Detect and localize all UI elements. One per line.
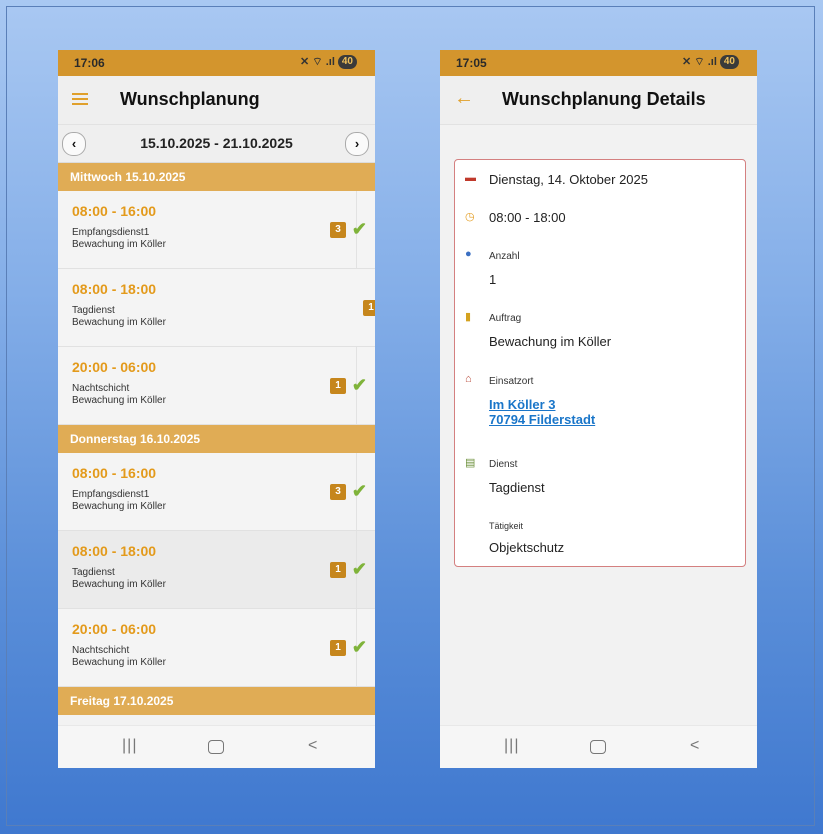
nav-back-button[interactable]: < xyxy=(690,737,699,755)
shift-item[interactable]: 08:00 - 16:00 Empfangsdienst1 Bewachung … xyxy=(58,191,375,269)
clock-icon: ◷ xyxy=(465,211,475,223)
time-value: 08:00 - 18:00 xyxy=(489,210,566,225)
shift-order: Bewachung im Köller xyxy=(72,239,166,250)
dienst-value: Tagdienst xyxy=(489,480,545,495)
count-badge: 1 xyxy=(330,640,346,656)
week-navigator: ‹ 15.10.2025 - 21.10.2025 › xyxy=(58,125,375,163)
einsatzort-label: Einsatzort xyxy=(489,376,534,387)
anzahl-value: 1 xyxy=(489,272,497,287)
count-badge: 1 xyxy=(330,562,346,578)
battery-icon: 40 xyxy=(719,55,739,69)
check-icon[interactable]: ✔ xyxy=(352,637,367,658)
status-bar: 17:05 ✕ ⌔ .ıl 40 xyxy=(440,50,757,76)
page-title: Wunschplanung xyxy=(120,89,260,109)
shift-item[interactable]: 08:00 - 18:00 Tagdienst Bewachung im Köl… xyxy=(58,269,375,347)
address-line2[interactable]: 70794 Filderstadt xyxy=(489,412,595,427)
home-button[interactable] xyxy=(590,740,606,754)
shift-order: Bewachung im Köller xyxy=(72,579,166,590)
shift-time: 20:00 - 06:00 xyxy=(72,359,157,375)
app-bar: Wunschplanung xyxy=(58,76,375,125)
menu-icon[interactable] xyxy=(72,93,88,105)
chevron-right-icon[interactable]: › xyxy=(345,132,369,156)
check-icon[interactable]: ✔ xyxy=(352,481,367,502)
nav-back-button[interactable]: < xyxy=(308,737,317,755)
shift-service: Tagdienst xyxy=(72,567,115,578)
address-line1[interactable]: Im Köller 3 xyxy=(489,397,555,412)
date-value: Dienstag, 14. Oktober 2025 xyxy=(489,172,648,187)
recent-apps-button[interactable]: ||| xyxy=(122,737,137,755)
shift-time: 20:00 - 06:00 xyxy=(72,621,157,637)
status-time: 17:06 xyxy=(74,56,105,70)
recent-apps-button[interactable]: ||| xyxy=(504,737,519,755)
android-nav-bar: ||| < xyxy=(440,725,757,768)
shift-service: Nachtschicht xyxy=(72,645,130,656)
shift-time: 08:00 - 16:00 xyxy=(72,203,157,219)
taetigkeit-value: Objektschutz xyxy=(489,540,565,555)
house-icon: ⌂ xyxy=(465,373,472,385)
shift-item[interactable]: 08:00 - 16:00 Empfangsdienst1 Bewachung … xyxy=(58,453,375,531)
id-card-icon: ▤ xyxy=(465,457,476,469)
count-badge: 3 xyxy=(330,484,346,500)
signal-icons: ✕ ⌔ .ıl xyxy=(682,56,717,68)
day-header: Donnerstag 16.10.2025 xyxy=(58,425,375,453)
shift-item[interactable]: 20:00 - 06:00 Nachtschicht Bewachung im … xyxy=(58,609,375,687)
check-icon[interactable]: ✔ xyxy=(352,559,367,580)
shift-service: Nachtschicht xyxy=(72,383,130,394)
shift-order: Bewachung im Köller xyxy=(72,317,166,328)
page-title: Wunschplanung Details xyxy=(502,89,706,109)
auftrag-label: Auftrag xyxy=(489,313,522,324)
count-badge: 1 xyxy=(330,378,346,394)
check-icon[interactable]: ✔ xyxy=(352,375,367,396)
shift-service: Empfangsdienst1 xyxy=(72,489,150,500)
android-nav-bar: ||| < xyxy=(58,725,375,768)
shift-service: Tagdienst xyxy=(72,305,115,316)
shift-service: Empfangsdienst1 xyxy=(72,227,150,238)
shift-time: 08:00 - 18:00 xyxy=(72,543,157,559)
app-bar: ← Wunschplanung Details xyxy=(440,76,757,125)
phone-wunschplanung-list: 17:06 ✕ ⌔ .ıl 40 Wunschplanung ‹ 15.10.2… xyxy=(58,50,375,768)
status-icons: ✕ ⌔ .ıl 40 xyxy=(300,55,357,69)
status-bar: 17:06 ✕ ⌔ .ıl 40 xyxy=(58,50,375,76)
document-icon: ▮ xyxy=(465,311,472,323)
battery-icon: 40 xyxy=(337,55,357,69)
shift-time: 08:00 - 16:00 xyxy=(72,465,157,481)
taetigkeit-label: Tätigkeit xyxy=(489,521,524,531)
shift-item[interactable]: 08:00 - 18:00 Tagdienst Bewachung im Köl… xyxy=(58,531,375,609)
dienst-label: Dienst xyxy=(489,459,518,470)
anzahl-label: Anzahl xyxy=(489,251,520,262)
week-range: 15.10.2025 - 21.10.2025 xyxy=(140,135,293,151)
shift-time: 08:00 - 18:00 xyxy=(72,281,157,297)
back-arrow-icon[interactable]: ← xyxy=(454,87,474,110)
count-badge: 3 xyxy=(330,222,346,238)
address-link[interactable]: Im Köller 3 70794 Filderstadt xyxy=(489,397,595,427)
status-time: 17:05 xyxy=(456,56,487,70)
day-header: Mittwoch 15.10.2025 xyxy=(58,163,375,191)
shift-order: Bewachung im Köller xyxy=(72,657,166,668)
check-icon[interactable]: ✔ xyxy=(352,219,367,240)
shift-item[interactable]: 20:00 - 06:00 Nachtschicht Bewachung im … xyxy=(58,347,375,425)
shift-order: Bewachung im Köller xyxy=(72,395,166,406)
home-button[interactable] xyxy=(208,740,224,754)
calendar-icon: ▬ xyxy=(465,172,476,184)
auftrag-value: Bewachung im Köller xyxy=(489,334,612,349)
details-card: ▬ Dienstag, 14. Oktober 2025 ◷ 08:00 - 1… xyxy=(454,159,746,567)
signal-icons: ✕ ⌔ .ıl xyxy=(300,56,335,68)
shift-order: Bewachung im Köller xyxy=(72,501,166,512)
status-icons: ✕ ⌔ .ıl 40 xyxy=(682,55,739,69)
phone-wunschplanung-details: 17:05 ✕ ⌔ .ıl 40 ← Wunschplanung Details… xyxy=(440,50,757,768)
day-header: Freitag 17.10.2025 xyxy=(58,687,375,715)
people-icon: ● xyxy=(465,248,472,260)
count-badge: 1 xyxy=(363,300,375,316)
